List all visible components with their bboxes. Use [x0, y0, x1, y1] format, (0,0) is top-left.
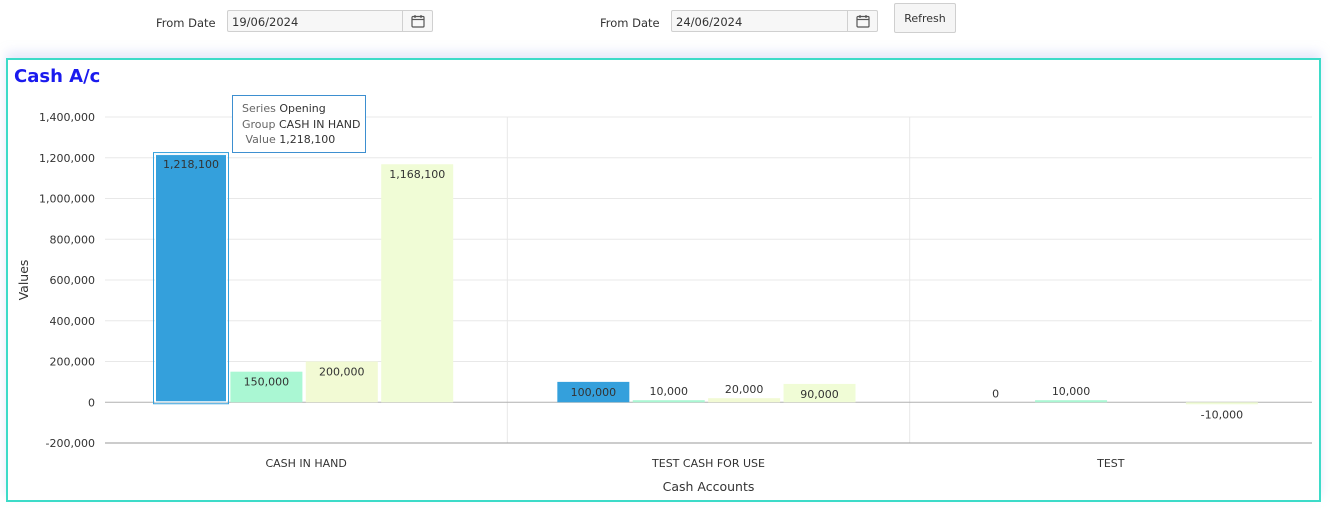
- y-tick-label: 1,000,000: [39, 193, 95, 206]
- chart-panel: -200,000 0 200,000 400,000 600,000 800,000 1,0…: [6, 58, 1321, 502]
- chart-tooltip: Series Opening Group CASH IN HAND Value …: [232, 95, 366, 153]
- y-axis-title: Values: [16, 260, 31, 301]
- to-date-input[interactable]: 24/06/2024: [671, 10, 878, 32]
- tooltip-series-value: Opening: [279, 102, 326, 115]
- panel-title: Cash A/c: [14, 66, 101, 87]
- tooltip-series-key: Series: [242, 102, 276, 115]
- y-tick-label: 1,200,000: [39, 152, 95, 165]
- bar: [632, 400, 705, 403]
- bar: [1035, 400, 1108, 403]
- data-label: 10,000: [649, 385, 688, 398]
- data-label: 100,000: [571, 386, 617, 399]
- bar: [1185, 402, 1258, 405]
- bar-chart: -200,000 0 200,000 400,000 600,000 800,000 1,0…: [16, 111, 1312, 494]
- calendar-button[interactable]: [402, 11, 432, 31]
- tooltip-value-key: Value: [245, 133, 276, 146]
- data-label: 1,218,100: [163, 158, 219, 171]
- y-tick-label: -200,000: [46, 437, 95, 450]
- tooltip-group-key: Group: [242, 117, 276, 131]
- data-label: 0: [992, 387, 999, 400]
- bar: [155, 154, 227, 403]
- from-date-label: From Date: [156, 16, 216, 30]
- y-tick-label: 400,000: [50, 315, 96, 328]
- tooltip-value-value: 1,218,100: [279, 133, 336, 146]
- bar: [708, 398, 781, 403]
- calendar-icon: [856, 15, 870, 28]
- data-label: 90,000: [800, 388, 839, 401]
- to-date-value: 24/06/2024: [676, 15, 743, 29]
- data-label: -10,000: [1201, 408, 1243, 421]
- from-date-input[interactable]: 19/06/2024: [227, 10, 433, 32]
- y-tick-label: 600,000: [50, 274, 96, 287]
- data-label: 1,168,100: [389, 168, 445, 181]
- from-date-value: 19/06/2024: [232, 15, 299, 29]
- y-tick-label: 200,000: [50, 356, 96, 369]
- y-tick-label: 1,400,000: [39, 111, 95, 124]
- data-label: 150,000: [244, 376, 290, 389]
- x-axis-title: Cash Accounts: [663, 479, 755, 494]
- bar: [381, 164, 454, 403]
- filter-bar: From Date 19/06/2024 From Date 24/06/202…: [0, 0, 1330, 48]
- y-tick-label: 0: [88, 396, 95, 409]
- to-date-label: From Date: [600, 16, 660, 30]
- x-tick-label: CASH IN HAND: [265, 457, 346, 470]
- tooltip-group-value: CASH IN HAND: [279, 117, 361, 131]
- refresh-button[interactable]: Refresh: [894, 3, 956, 33]
- y-tick-label: 800,000: [50, 233, 96, 246]
- calendar-icon: [411, 15, 425, 28]
- data-label: 20,000: [725, 383, 764, 396]
- data-label: 200,000: [319, 366, 365, 379]
- x-tick-label: TEST: [1096, 457, 1125, 470]
- data-label: 10,000: [1052, 385, 1091, 398]
- x-tick-label: TEST CASH FOR USE: [651, 457, 765, 470]
- calendar-button[interactable]: [847, 11, 877, 31]
